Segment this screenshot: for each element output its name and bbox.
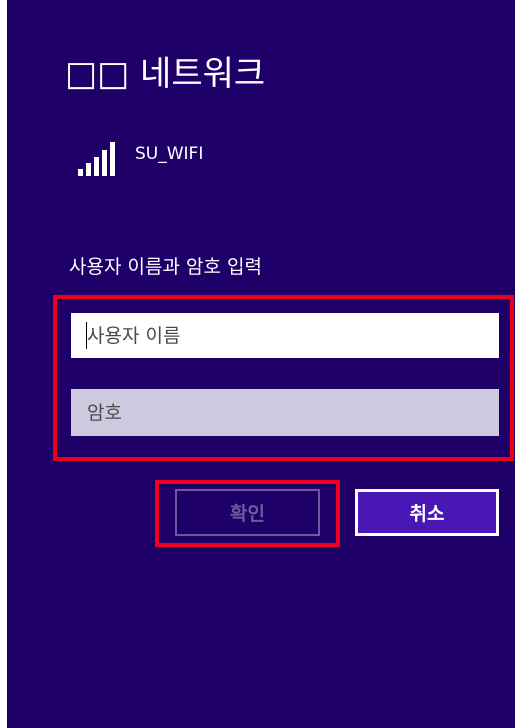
password-input[interactable] [71, 389, 499, 436]
cancel-button[interactable]: 취소 [355, 489, 499, 536]
wifi-signal-icon [78, 140, 118, 176]
ok-button[interactable]: 확인 [175, 489, 320, 536]
text-caret [86, 322, 87, 349]
credentials-prompt: 사용자 이름과 암호 입력 [69, 256, 262, 278]
network-name: SU_WIFI [135, 144, 204, 164]
page-title: □□ 네트워크 [65, 54, 266, 94]
username-input[interactable] [71, 313, 499, 358]
